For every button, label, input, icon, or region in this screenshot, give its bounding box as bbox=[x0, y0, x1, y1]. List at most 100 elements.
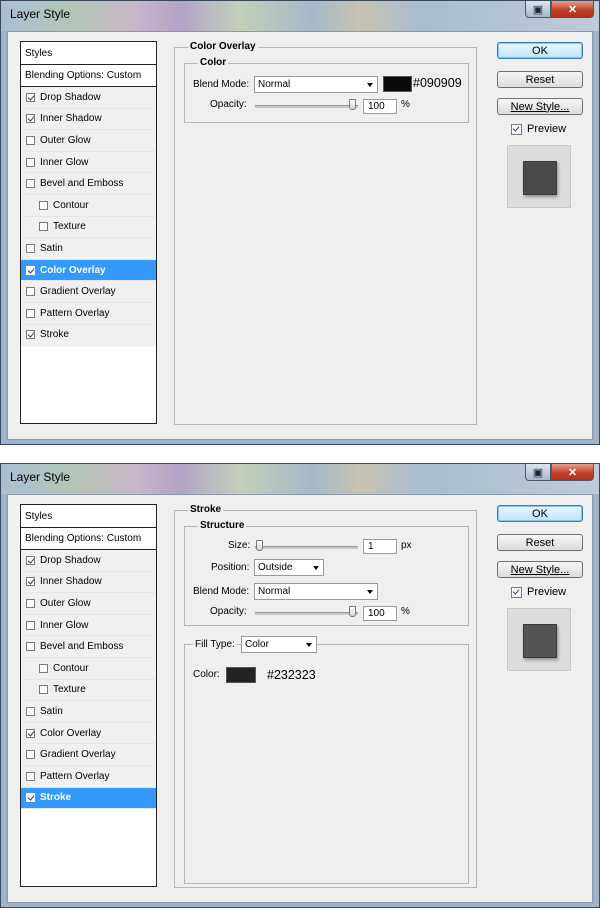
reset-button[interactable]: Reset bbox=[497, 71, 583, 88]
checkbox-inner-glow[interactable] bbox=[26, 620, 35, 630]
checkbox-outer-glow[interactable] bbox=[26, 598, 35, 608]
style-item-pattern-overlay[interactable]: Pattern Overlay bbox=[21, 302, 156, 325]
checkbox-outer-glow[interactable] bbox=[26, 135, 35, 145]
new-style-button[interactable]: New Style... bbox=[497, 561, 583, 578]
blend-mode-value: Normal bbox=[258, 79, 291, 90]
preview-check-icon[interactable] bbox=[511, 123, 522, 135]
checkbox-inner-shadow[interactable] bbox=[26, 114, 35, 124]
opacity-slider-track[interactable] bbox=[255, 612, 358, 615]
checkbox-gradient-overlay[interactable] bbox=[26, 750, 35, 760]
checkbox-contour[interactable] bbox=[39, 200, 48, 210]
styles-header[interactable]: Styles bbox=[21, 505, 156, 528]
ok-button[interactable]: OK bbox=[497, 42, 583, 59]
title-bar[interactable]: Layer Style ▣ ✕ bbox=[1, 464, 599, 494]
style-item-texture[interactable]: Texture bbox=[21, 216, 156, 239]
checkbox-stroke[interactable] bbox=[26, 330, 35, 340]
style-item-outer-glow[interactable]: Outer Glow bbox=[21, 130, 156, 152]
style-item-color-overlay[interactable]: Color Overlay bbox=[21, 259, 156, 282]
size-input[interactable]: 1 bbox=[363, 539, 397, 554]
help-icon[interactable]: ▣ bbox=[525, 1, 551, 18]
style-item-satin[interactable]: Satin bbox=[21, 701, 156, 723]
opacity-slider-thumb[interactable] bbox=[349, 99, 356, 110]
size-slider-thumb[interactable] bbox=[256, 540, 263, 551]
position-select[interactable]: Outside bbox=[254, 559, 324, 576]
style-item-texture[interactable]: Texture bbox=[21, 679, 156, 702]
style-item-inner-shadow[interactable]: Inner Shadow bbox=[21, 108, 156, 131]
checkbox-stroke[interactable] bbox=[26, 793, 35, 803]
checkbox-color-overlay[interactable] bbox=[26, 265, 35, 275]
style-item-drop-shadow[interactable]: Drop Shadow bbox=[21, 87, 156, 109]
style-item-label: Texture bbox=[53, 684, 86, 696]
new-style-label: New Style... bbox=[510, 100, 570, 113]
style-item-satin[interactable]: Satin bbox=[21, 238, 156, 260]
checkbox-pattern-overlay[interactable] bbox=[26, 771, 35, 781]
style-item-stroke[interactable]: Stroke bbox=[21, 324, 156, 347]
help-icon[interactable]: ▣ bbox=[525, 464, 551, 481]
stroke-panel: Stroke Structure Size: 1 px Position: Ou… bbox=[174, 504, 477, 888]
blend-mode-select[interactable]: Normal bbox=[254, 76, 378, 93]
style-item-label: Outer Glow bbox=[40, 134, 91, 146]
checkbox-drop-shadow[interactable] bbox=[26, 555, 35, 565]
style-item-label: Inner Glow bbox=[40, 156, 89, 168]
checkbox-gradient-overlay[interactable] bbox=[26, 287, 35, 297]
ok-button[interactable]: OK bbox=[497, 505, 583, 522]
checkbox-texture[interactable] bbox=[39, 685, 48, 695]
blending-options-item[interactable]: Blending Options: Custom bbox=[21, 65, 156, 87]
close-icon[interactable]: ✕ bbox=[551, 464, 594, 481]
new-style-button[interactable]: New Style... bbox=[497, 98, 583, 115]
style-item-bevel-and-emboss[interactable]: Bevel and Emboss bbox=[21, 173, 156, 195]
style-item-inner-glow[interactable]: Inner Glow bbox=[21, 151, 156, 174]
checkbox-texture[interactable] bbox=[39, 222, 48, 232]
title-bar[interactable]: Layer Style ▣ ✕ bbox=[1, 1, 599, 31]
preview-checkbox[interactable]: Preview bbox=[511, 586, 566, 598]
preview-checkbox[interactable]: Preview bbox=[511, 123, 566, 135]
style-item-outer-glow[interactable]: Outer Glow bbox=[21, 593, 156, 615]
checkbox-inner-shadow[interactable] bbox=[26, 577, 35, 587]
layer-style-dialog-stroke: Layer Style ▣ ✕ Styles Blending Options:… bbox=[0, 463, 600, 908]
style-item-label: Contour bbox=[53, 662, 89, 674]
checkbox-contour[interactable] bbox=[39, 663, 48, 673]
checkbox-inner-glow[interactable] bbox=[26, 157, 35, 167]
opacity-unit: % bbox=[401, 606, 410, 617]
preview-check-icon[interactable] bbox=[511, 586, 522, 598]
style-item-stroke[interactable]: Stroke bbox=[21, 787, 156, 810]
checkbox-drop-shadow[interactable] bbox=[26, 92, 35, 102]
opacity-unit: % bbox=[401, 99, 410, 110]
opacity-slider-thumb[interactable] bbox=[349, 606, 356, 617]
position-value: Outside bbox=[258, 562, 293, 573]
reset-button[interactable]: Reset bbox=[497, 534, 583, 551]
window-title: Layer Style bbox=[10, 7, 71, 21]
blend-mode-label: Blend Mode: bbox=[193, 586, 250, 597]
style-item-gradient-overlay[interactable]: Gradient Overlay bbox=[21, 744, 156, 766]
style-item-label: Satin bbox=[40, 242, 63, 254]
opacity-input[interactable]: 100 bbox=[363, 99, 397, 114]
blending-options-item[interactable]: Blending Options: Custom bbox=[21, 528, 156, 550]
checkbox-bevel-and-emboss[interactable] bbox=[26, 642, 35, 652]
style-item-bevel-and-emboss[interactable]: Bevel and Emboss bbox=[21, 636, 156, 658]
checkbox-satin[interactable] bbox=[26, 243, 35, 253]
size-slider-track[interactable] bbox=[255, 546, 358, 549]
checkbox-satin[interactable] bbox=[26, 706, 35, 716]
fill-type-select[interactable]: Color bbox=[241, 636, 317, 653]
styles-header[interactable]: Styles bbox=[21, 42, 156, 65]
style-item-color-overlay[interactable]: Color Overlay bbox=[21, 722, 156, 745]
style-item-drop-shadow[interactable]: Drop Shadow bbox=[21, 550, 156, 572]
style-item-gradient-overlay[interactable]: Gradient Overlay bbox=[21, 281, 156, 303]
style-item-contour[interactable]: Contour bbox=[21, 194, 156, 217]
checkbox-color-overlay[interactable] bbox=[26, 728, 35, 738]
style-item-pattern-overlay[interactable]: Pattern Overlay bbox=[21, 765, 156, 788]
checkbox-pattern-overlay[interactable] bbox=[26, 308, 35, 318]
opacity-input[interactable]: 100 bbox=[363, 606, 397, 621]
close-icon[interactable]: ✕ bbox=[551, 1, 594, 18]
blend-mode-select[interactable]: Normal bbox=[254, 583, 378, 600]
checkbox-bevel-and-emboss[interactable] bbox=[26, 179, 35, 189]
layer-style-dialog-color-overlay: Layer Style ▣ ✕ Styles Blending Options:… bbox=[0, 0, 600, 445]
opacity-slider-track[interactable] bbox=[255, 105, 358, 108]
style-item-label: Texture bbox=[53, 221, 86, 233]
color-swatch[interactable] bbox=[383, 76, 412, 92]
size-label: Size: bbox=[228, 540, 251, 551]
color-swatch[interactable] bbox=[226, 667, 256, 683]
style-item-contour[interactable]: Contour bbox=[21, 657, 156, 680]
style-item-inner-shadow[interactable]: Inner Shadow bbox=[21, 571, 156, 594]
style-item-inner-glow[interactable]: Inner Glow bbox=[21, 614, 156, 637]
